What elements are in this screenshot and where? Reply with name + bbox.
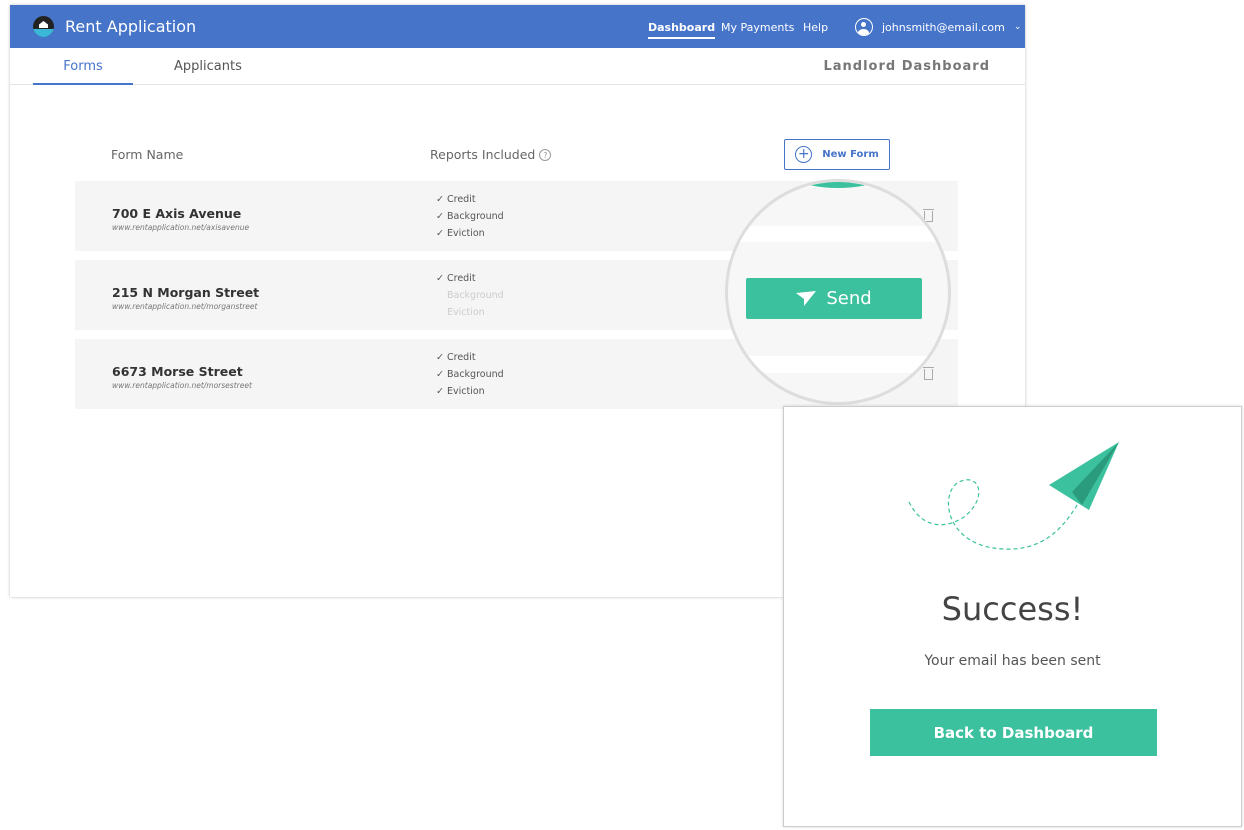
header: Rent Application Dashboard My Payments H… [10, 5, 1025, 48]
report-label: Eviction [446, 386, 485, 397]
nav-dashboard[interactable]: Dashboard [648, 21, 716, 39]
report-item: ✓ Eviction [436, 307, 485, 318]
report-label: Background [446, 369, 504, 380]
column-header-form-name: Form Name [111, 147, 184, 162]
report-label: Credit [446, 273, 476, 284]
check-icon: ✓ [436, 273, 447, 284]
logo-icon [33, 16, 54, 37]
column-header-reports: Reports Included? [430, 147, 552, 162]
form-url[interactable]: www.rentapplication.net/morsestreet [112, 381, 252, 390]
check-icon: ✓ [436, 194, 447, 205]
report-item: ✓ Background [436, 369, 504, 380]
form-name: 6673 Morse Street [112, 364, 243, 379]
report-label: Credit [446, 194, 476, 205]
report-item: ✓ Credit [436, 194, 476, 205]
success-message: Your email has been sent [924, 653, 1101, 669]
chevron-down-icon: ⌄ [1013, 22, 1022, 32]
form-name: 700 E Axis Avenue [112, 206, 242, 221]
app-title: Rent Application [65, 17, 197, 36]
paper-plane-icon [796, 290, 817, 306]
report-label: Background [446, 290, 504, 301]
nav-help[interactable]: Help [803, 21, 828, 34]
report-label: Background [446, 211, 504, 222]
reports-label: Reports Included [430, 147, 536, 162]
user-email: johnsmith@email.com [882, 20, 1005, 34]
form-url[interactable]: www.rentapplication.net/axisavenue [112, 223, 249, 232]
back-to-dashboard-button[interactable]: Back to Dashboard [870, 709, 1157, 756]
report-label: Eviction [446, 228, 485, 239]
user-menu[interactable]: johnsmith@email.com ⌄ [855, 18, 1021, 36]
check-icon: ✓ [436, 228, 447, 239]
new-form-label: New Form [822, 149, 879, 160]
form-name: 215 N Morgan Street [112, 285, 260, 300]
report-label: Eviction [446, 307, 485, 318]
help-icon[interactable]: ? [539, 149, 552, 161]
new-form-button[interactable]: + New Form [784, 139, 890, 170]
check-icon: ✓ [436, 369, 447, 380]
send-button[interactable]: Send [746, 278, 922, 319]
report-item: ✓ Background [436, 211, 504, 222]
tab-bar: Forms Applicants Landlord Dashboard [10, 48, 1025, 85]
tab-applicants[interactable]: Applicants [174, 59, 242, 74]
report-item: ✓ Background [436, 290, 504, 301]
check-icon: ✓ [436, 352, 447, 363]
report-label: Credit [446, 352, 476, 363]
report-item: ✓ Eviction [436, 228, 485, 239]
check-icon: ✓ [436, 211, 447, 222]
magnifier-callout: Send [725, 179, 951, 405]
plus-icon: + [795, 146, 813, 163]
tab-forms[interactable]: Forms [33, 59, 133, 85]
success-title: Success! [941, 590, 1084, 628]
form-url[interactable]: www.rentapplication.net/morganstreet [112, 302, 257, 311]
section-title: Landlord Dashboard [823, 59, 990, 74]
nav-my-payments[interactable]: My Payments [721, 21, 794, 34]
report-item: ✓ Credit [436, 273, 476, 284]
user-icon [855, 18, 873, 36]
report-item: ✓ Credit [436, 352, 476, 363]
send-label: Send [826, 288, 872, 309]
success-dialog: Success! Your email has been sent Back t… [783, 406, 1242, 827]
paper-plane-illustration [908, 442, 1119, 550]
check-icon: ✓ [436, 386, 447, 397]
report-item: ✓ Eviction [436, 386, 485, 397]
